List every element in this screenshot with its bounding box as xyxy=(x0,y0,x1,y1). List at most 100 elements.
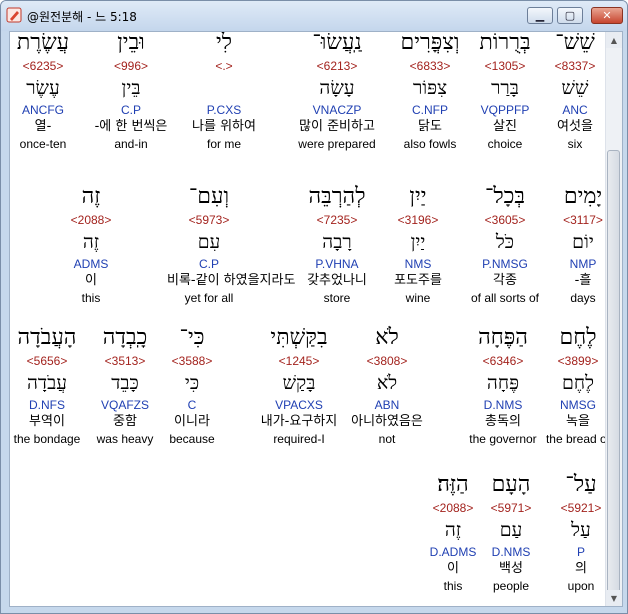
scroll-thumb[interactable] xyxy=(607,150,620,600)
lemma-word: עָשָׂה xyxy=(319,77,355,99)
word-cell[interactable]: זֶה <2088> זֶה ADMS 이 this xyxy=(49,182,133,306)
morphology-code: ANCFG xyxy=(22,103,64,117)
word-cell[interactable]: הַזֶּה׃ <2088> זֶה D.ADMS 이 this xyxy=(411,470,495,594)
morphology-code: VQPPFP xyxy=(480,103,530,117)
word-cell[interactable]: יַיִן <3196> יַיִן NMS 포도주를 wine xyxy=(376,182,460,306)
vertical-scrollbar[interactable]: ▲ ▼ xyxy=(605,32,622,606)
minimize-button[interactable]: ▁ xyxy=(527,7,553,24)
strong-number[interactable]: <6235> xyxy=(10,58,85,74)
app-window: @원전분해 - 느 5:18 ▁ ▢ ✕ שֵׁשׁ־ <8337> שֵׁשׁ AN… xyxy=(0,0,628,614)
hebrew-word: הָעֲבֹדָה xyxy=(17,325,77,350)
strong-number[interactable]: <7235> xyxy=(295,212,379,228)
word-cell[interactable]: בְּרֻרוֹת <1305> בָּרַר VQPPFP 살진 choice xyxy=(463,32,547,152)
english-gloss: store xyxy=(323,291,351,305)
morphology-code: C.P xyxy=(120,103,141,117)
morphology-code: VQAFZS xyxy=(100,398,149,412)
hebrew-word: לִי xyxy=(215,31,233,55)
lemma-word: בָּרַר xyxy=(491,77,519,99)
lemma-word: פֶּחָה xyxy=(486,372,520,394)
lemma-word: כֹּל xyxy=(495,231,515,253)
strong-number[interactable]: <1305> xyxy=(463,58,547,74)
hebrew-word: נַֽעֲשׂוּ־ xyxy=(312,31,362,55)
english-gloss: was heavy xyxy=(96,432,154,446)
strong-number[interactable]: <1245> xyxy=(257,353,341,369)
strong-number[interactable]: <3605> xyxy=(463,212,547,228)
hebrew-word: הַפֶּחָה xyxy=(478,325,528,350)
hebrew-word: הַזֶּה׃ xyxy=(437,472,469,497)
maximize-button[interactable]: ▢ xyxy=(557,7,583,24)
word-cell[interactable]: הָעֲבֹדָה <5656> עֲבֹדָה D.NFS 부역이 the bondag… xyxy=(10,323,89,447)
strong-number[interactable]: <996> xyxy=(89,58,173,74)
english-gloss: this xyxy=(81,291,101,305)
korean-gloss: 중함 xyxy=(113,414,137,429)
word-cell[interactable]: בִקַּשְׁתִּי <1245> בָּקַשׁ VPACXS 내가-요구하지 re… xyxy=(257,323,341,447)
close-icon: ✕ xyxy=(602,9,612,22)
lemma-word: עֶשֶׂר xyxy=(26,77,60,99)
strong-number[interactable]: <6213> xyxy=(295,58,379,74)
app-icon xyxy=(6,7,22,23)
hebrew-word: וּבֵין xyxy=(117,31,145,55)
title-bar[interactable]: @원전분해 - 느 5:18 ▁ ▢ ✕ xyxy=(1,1,627,31)
lemma-word: רָבָה xyxy=(322,231,352,253)
morphology-code: P.NMSG xyxy=(482,257,528,271)
korean-gloss: 닭도 xyxy=(418,119,442,134)
word-cell[interactable]: נַֽעֲשׂוּ־ <6213> עָשָׂה VNACZP 많이 준비하고 were … xyxy=(295,31,379,152)
word-cell[interactable]: וְצִפֳּרִים <6833> צִפּוֹר C.NFP 닭도 also fowl… xyxy=(388,32,472,152)
korean-gloss: 갖추었나니 xyxy=(307,273,367,288)
korean-gloss: 많이 준비하고 xyxy=(299,119,375,134)
korean-gloss: 이 xyxy=(85,273,97,288)
english-gloss: this xyxy=(443,579,463,593)
morphology-code: P.VHNA xyxy=(315,257,359,271)
word-cell[interactable]: הַפֶּחָה <6346> פֶּחָה D.NMS 총독의 the governor xyxy=(461,323,545,447)
english-gloss: the bondage xyxy=(13,432,81,446)
strong-number[interactable]: <3196> xyxy=(376,212,460,228)
strong-number[interactable]: <6346> xyxy=(461,353,545,369)
english-gloss: the governor xyxy=(469,432,537,446)
english-gloss: also fowls xyxy=(403,137,457,151)
english-gloss: once-ten xyxy=(19,137,67,151)
word-cell[interactable]: לֹא <3808> לֹא ABN 아니하였음은 not xyxy=(345,323,429,447)
strong-number[interactable]: <3513> xyxy=(83,353,167,369)
lemma-word: זֶה xyxy=(82,231,100,253)
morphology-code: D.ADMS xyxy=(429,545,477,559)
scroll-down-arrow-icon[interactable]: ▼ xyxy=(606,590,622,606)
hebrew-word: עֲשֶׂרֶת xyxy=(16,31,70,55)
lemma-word: בָּקַשׁ xyxy=(282,372,316,394)
word-cell[interactable]: עֲשֶׂרֶת <6235> עֶשֶׂר ANCFG 열-once-ten xyxy=(10,31,85,152)
word-cell[interactable]: וְעִם־ <5973> עִם C.P 비록-같이 하였을지라도 yet for al… xyxy=(167,182,296,306)
korean-gloss: 열- xyxy=(34,119,52,134)
word-cell[interactable]: בְּכָל־ <3605> כֹּל P.NMSG 각종 of all sorts of xyxy=(463,182,547,306)
lemma-word: יַיִן xyxy=(410,231,426,253)
korean-gloss: 비록-같이 하였을지라도 xyxy=(167,273,296,288)
morphology-code: NMS xyxy=(404,257,432,271)
english-gloss: yet for all xyxy=(184,291,234,305)
hebrew-word: כָֽבְדָה xyxy=(102,325,148,350)
korean-gloss: 나를 위하여 xyxy=(192,119,256,134)
english-gloss: not xyxy=(378,432,396,446)
korean-gloss: 이 xyxy=(447,561,459,576)
korean-gloss: 아니하였음은 xyxy=(351,414,423,429)
word-cell[interactable]: וּבֵין <996> בֵּין C.P -에 한 번씩은 and-in xyxy=(89,31,173,152)
hebrew-word: לֹא xyxy=(375,325,399,350)
strong-number[interactable]: <2088> xyxy=(49,212,133,228)
strong-number[interactable]: <.> xyxy=(182,58,266,74)
strong-number[interactable]: <2088> xyxy=(411,500,495,516)
scroll-up-arrow-icon[interactable]: ▲ xyxy=(606,32,622,48)
word-cell[interactable]: לְהַרְבֵּה <7235> רָבָה P.VHNA 갖추었나니 store xyxy=(295,182,379,306)
close-button[interactable]: ✕ xyxy=(591,7,623,24)
lemma-word: עִם xyxy=(197,231,221,253)
strong-number[interactable]: <5973> xyxy=(167,212,251,228)
lemma-word xyxy=(182,74,266,102)
english-gloss: and-in xyxy=(114,137,148,151)
strong-number[interactable]: <6833> xyxy=(388,58,472,74)
hebrew-word: בְּכָל־ xyxy=(484,184,526,209)
strong-number[interactable]: <3808> xyxy=(345,353,429,369)
korean-gloss: 포도주를 xyxy=(394,273,442,288)
minimize-icon: ▁ xyxy=(535,9,545,22)
morphology-code: C.P xyxy=(198,257,219,271)
word-cell[interactable]: כָֽבְדָה <3513> כָּבֵד VQAFZS 중함 was heavy xyxy=(83,323,167,447)
analysis-pane[interactable]: שֵׁשׁ־ <8337> שֵׁשׁ ANC 여섯을 six בְּרֻרוֹת <1305… xyxy=(9,31,623,607)
window-title: @원전분해 - 느 5:18 xyxy=(27,10,137,24)
strong-number[interactable]: <5656> xyxy=(10,353,89,369)
word-cell[interactable]: לִי <.> P.CXS 나를 위하여 for me xyxy=(182,31,266,152)
